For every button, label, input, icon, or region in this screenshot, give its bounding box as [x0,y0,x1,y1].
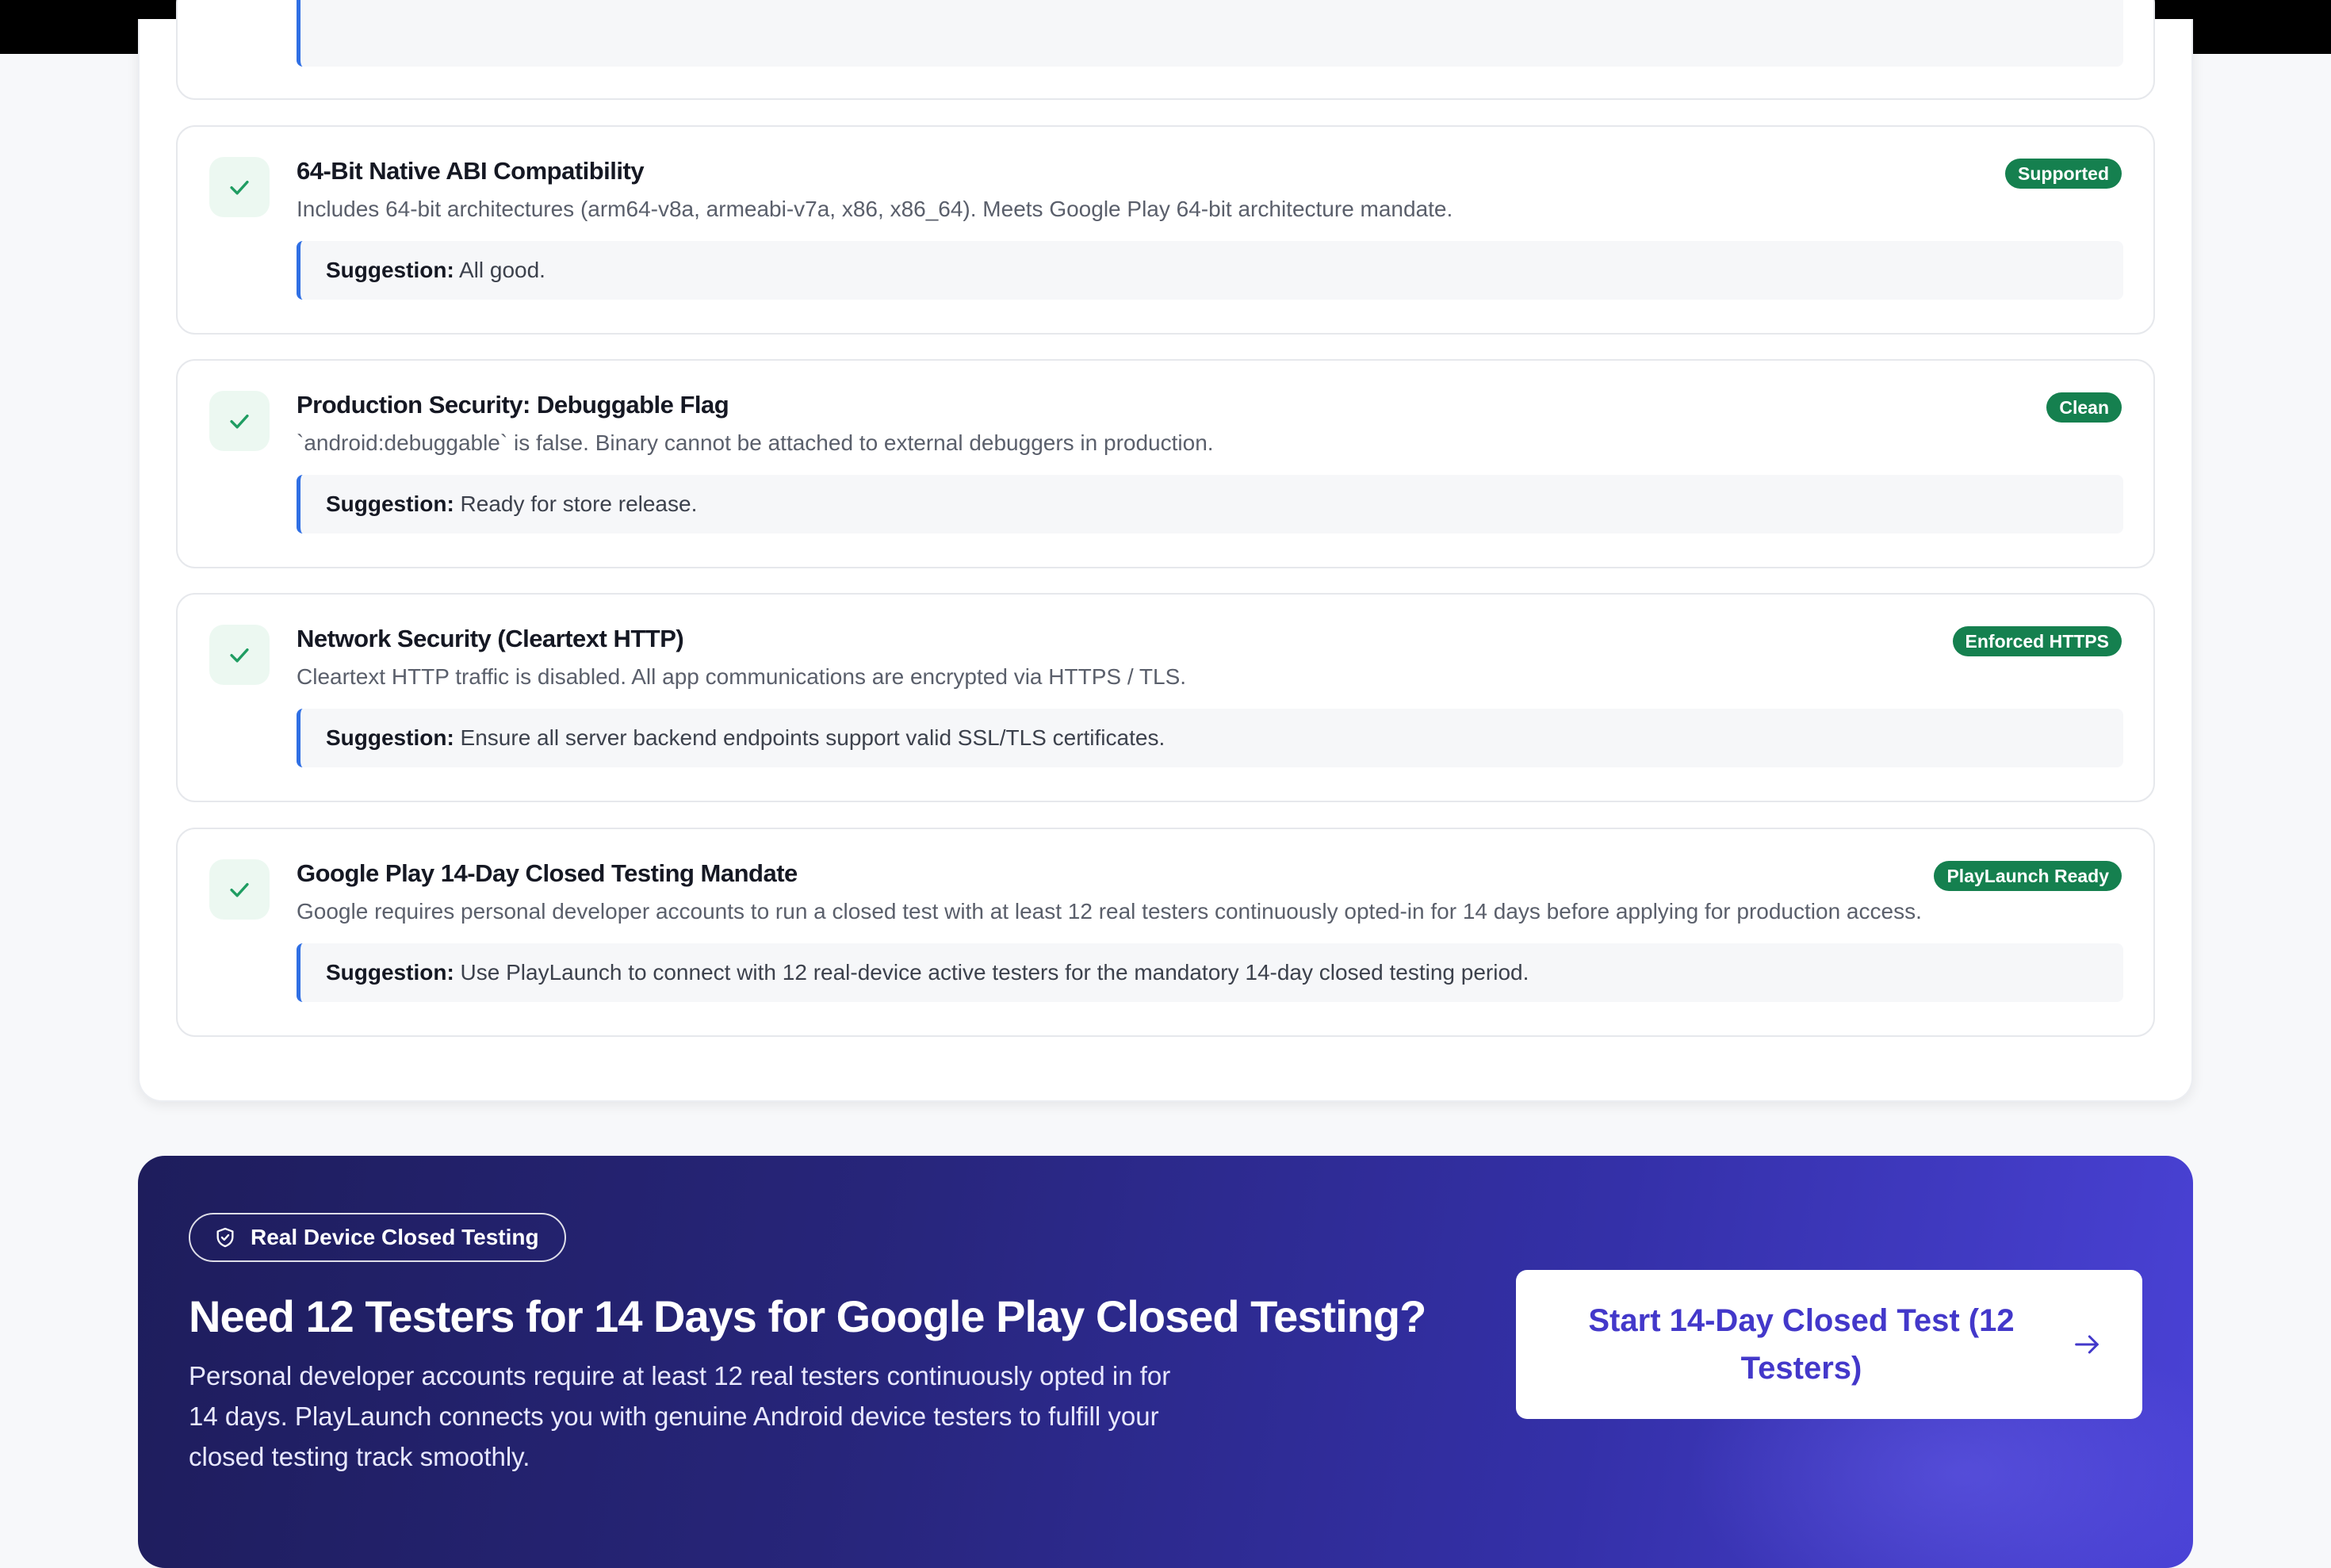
cta-heading: Need 12 Testers for 14 Days for Google P… [189,1291,1426,1341]
suggestion-box: Suggestion: Ensure all server backend en… [297,709,2123,767]
check-title: Production Security: Debuggable Flag [297,391,729,419]
suggestion-box: Suggestion: Use PlayLaunch to connect wi… [297,943,2123,1002]
suggestion-label: Suggestion: [326,725,454,750]
cta-pill-badge: Real Device Closed Testing [189,1213,566,1262]
shield-check-icon [216,1227,234,1248]
check-description: Cleartext HTTP traffic is disabled. All … [297,664,1187,689]
start-closed-test-button-label: Start 14-Day Closed Test (12 Testers) [1588,1303,2015,1386]
check-title: 64-Bit Native ABI Compatibility [297,157,645,185]
check-card-abi: 64-Bit Native ABI Compatibility Includes… [176,125,2155,335]
check-card-debuggable: Production Security: Debuggable Flag `an… [176,359,2155,568]
suggestion-box-partial [297,0,2123,67]
check-card-cleartext: Network Security (Cleartext HTTP) Cleart… [176,593,2155,802]
start-closed-test-button[interactable]: Start 14-Day Closed Test (12 Testers) [1516,1270,2142,1419]
arrow-right-icon [2075,1335,2099,1354]
check-description: Includes 64-bit architectures (arm64-v8a… [297,197,1453,221]
check-description: Google requires personal developer accou… [297,899,1922,924]
suggestion-text: Ensure all server backend endpoints supp… [460,725,1166,750]
suggestion-box: Suggestion: All good. [297,241,2123,300]
status-badge: Enforced HTTPS [1952,626,2122,656]
suggestion-text: Use PlayLaunch to connect with 12 real-d… [460,960,1529,985]
check-description: `android:debuggable` is false. Binary ca… [297,430,1214,455]
status-badge: PlayLaunch Ready [1934,861,2122,891]
status-badge: Supported [2005,159,2122,189]
suggestion-label: Suggestion: [326,258,454,282]
suggestion-text: Ready for store release. [460,491,698,516]
suggestion-label: Suggestion: [326,491,454,516]
cta-body: Personal developer accounts require at l… [189,1361,1171,1471]
suggestion-box: Suggestion: Ready for store release. [297,475,2123,534]
check-icon [209,625,270,685]
check-card-partial [176,0,2155,100]
check-icon [209,391,270,451]
status-badge: Clean [2046,392,2122,423]
suggestion-label: Suggestion: [326,960,454,985]
cta-pill-label: Real Device Closed Testing [251,1225,539,1249]
suggestion-text: All good. [459,258,545,282]
check-title: Google Play 14-Day Closed Testing Mandat… [297,859,798,887]
cta-banner: Real Device Closed Testing Need 12 Teste… [138,1156,2193,1568]
check-title: Network Security (Cleartext HTTP) [297,625,684,652]
check-card-closed-testing: Google Play 14-Day Closed Testing Mandat… [176,828,2155,1037]
check-icon [209,859,270,920]
check-icon [209,157,270,217]
